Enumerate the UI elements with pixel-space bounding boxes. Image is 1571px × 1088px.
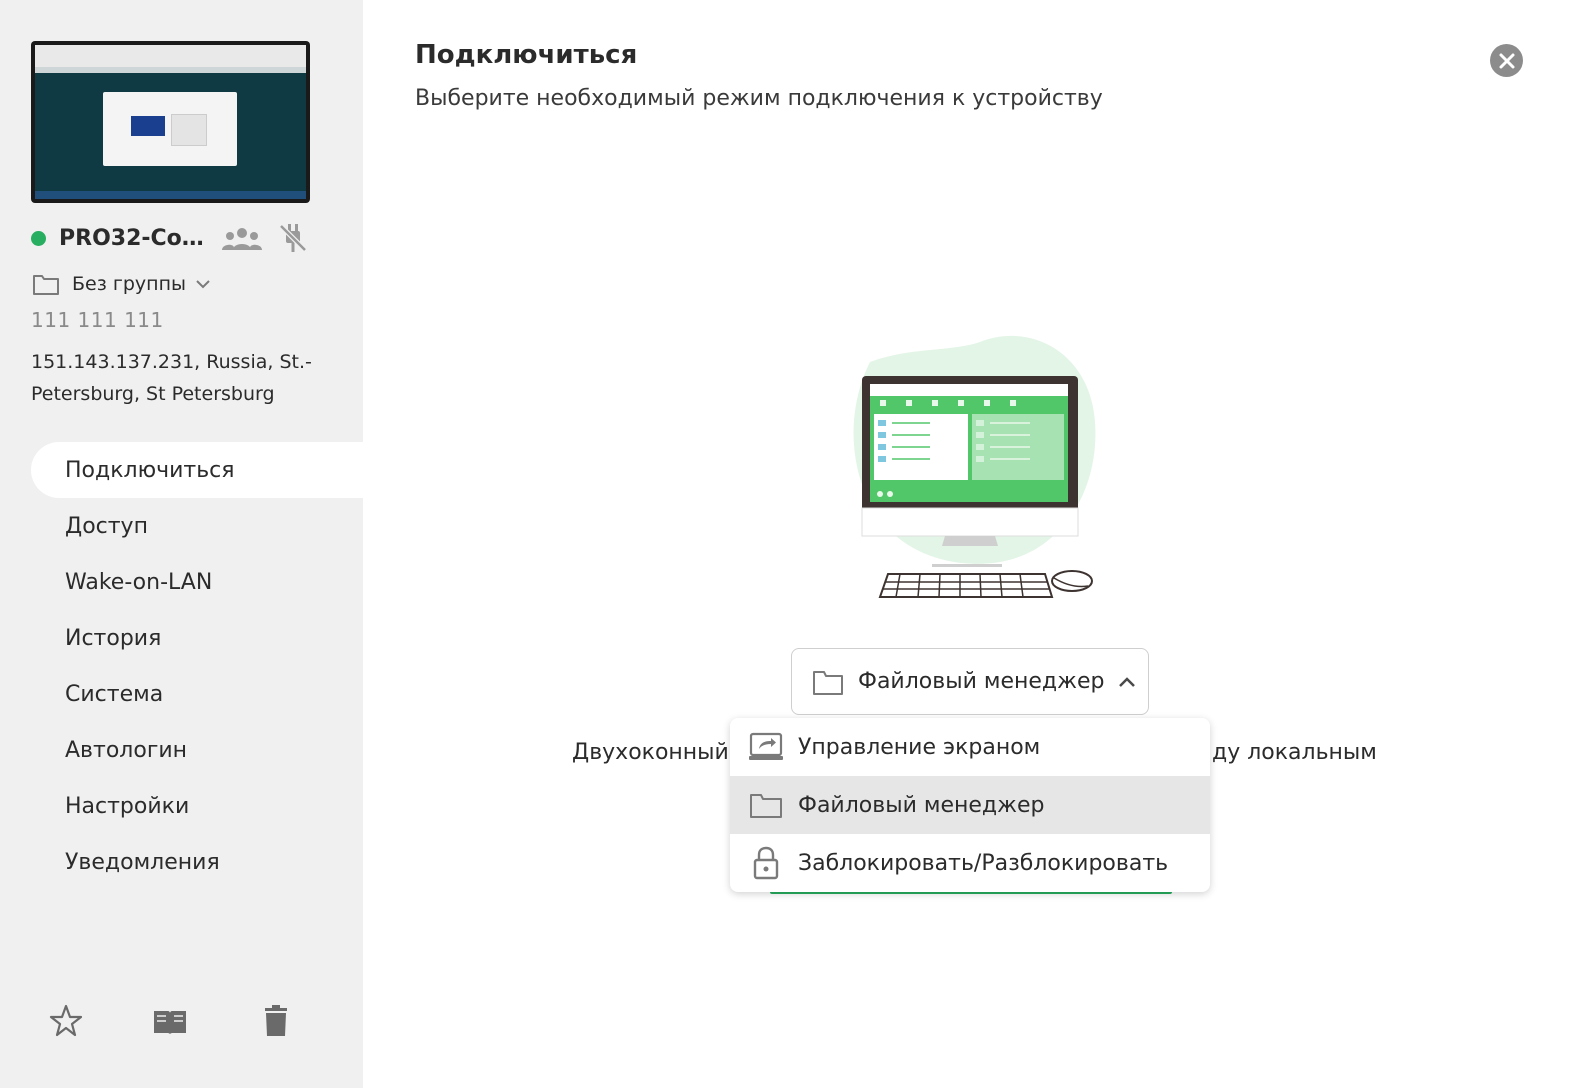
page-title: Подключиться <box>415 40 638 70</box>
trash-icon[interactable] <box>258 1003 294 1039</box>
mode-description-left: Двухоконный <box>572 740 729 765</box>
star-icon[interactable] <box>48 1003 84 1039</box>
nav-item-history[interactable]: История <box>31 610 363 666</box>
book-icon[interactable] <box>152 1003 188 1039</box>
option-screen-control[interactable]: Управление экраном <box>730 718 1210 776</box>
nav-item-notifications[interactable]: Уведомления <box>31 834 363 890</box>
thumbnail-card-app <box>171 114 207 146</box>
folder-icon <box>748 789 784 821</box>
unplugged-icon[interactable] <box>277 222 309 254</box>
option-label: Заблокировать/Разблокировать <box>798 850 1169 876</box>
thumbnail-browser-bar <box>35 45 306 67</box>
sidebar: PRO32-Con... Без группы 111 111 111 151.… <box>0 0 363 1088</box>
folder-icon <box>33 275 59 295</box>
device-header: PRO32-Con... <box>31 222 331 254</box>
online-status-dot <box>31 230 46 246</box>
screen-share-icon <box>748 731 784 763</box>
chevron-down-icon <box>196 280 210 289</box>
group-selector[interactable]: Без группы <box>32 272 210 296</box>
nav-item-system[interactable]: Система <box>31 666 363 722</box>
group-label: Без группы <box>72 273 186 295</box>
thumbnail-card-flag <box>131 116 165 136</box>
sidebar-nav: Подключиться Доступ Wake-on-LAN История … <box>31 442 363 890</box>
nav-item-autologin[interactable]: Автологин <box>31 722 363 778</box>
thumbnail-address-bar <box>35 67 306 73</box>
users-group-icon[interactable] <box>221 226 263 252</box>
device-address: 151.143.137.231, Russia, St.-Petersburg,… <box>31 351 312 405</box>
thumbnail-dialog <box>103 92 237 166</box>
sidebar-actions <box>48 1003 308 1043</box>
selected-mode-label: Файловый менеджер <box>858 669 1105 694</box>
option-lock-unlock[interactable]: Заблокировать/Разблокировать <box>730 834 1210 892</box>
device-screenshot-thumbnail[interactable] <box>31 41 310 203</box>
mode-description-right: ду локальным <box>1212 740 1377 765</box>
thumbnail-screen <box>35 45 306 199</box>
connection-mode-dropdown: Управление экраном Файловый менеджер Заб… <box>730 718 1210 892</box>
close-icon <box>1499 53 1514 68</box>
option-label: Управление экраном <box>798 734 1041 760</box>
folder-icon <box>813 670 843 695</box>
device-id: 111 111 111 <box>31 308 164 332</box>
nav-item-settings[interactable]: Настройки <box>31 778 363 834</box>
computer-illustration <box>853 335 1096 598</box>
connection-mode-select[interactable]: Файловый менеджер <box>791 648 1149 715</box>
lock-icon <box>748 846 784 880</box>
option-file-manager[interactable]: Файловый менеджер <box>730 776 1210 834</box>
nav-item-connect[interactable]: Подключиться <box>31 442 363 498</box>
nav-item-wake-on-lan[interactable]: Wake-on-LAN <box>31 554 363 610</box>
close-button[interactable] <box>1490 44 1523 77</box>
option-label: Файловый менеджер <box>798 792 1045 818</box>
nav-item-access[interactable]: Доступ <box>31 498 363 554</box>
page-subtitle: Выберите необходимый режим подключения к… <box>415 86 1103 111</box>
device-name: PRO32-Con... <box>59 225 209 251</box>
chevron-up-icon <box>1119 676 1136 687</box>
thumbnail-taskbar <box>35 191 306 199</box>
